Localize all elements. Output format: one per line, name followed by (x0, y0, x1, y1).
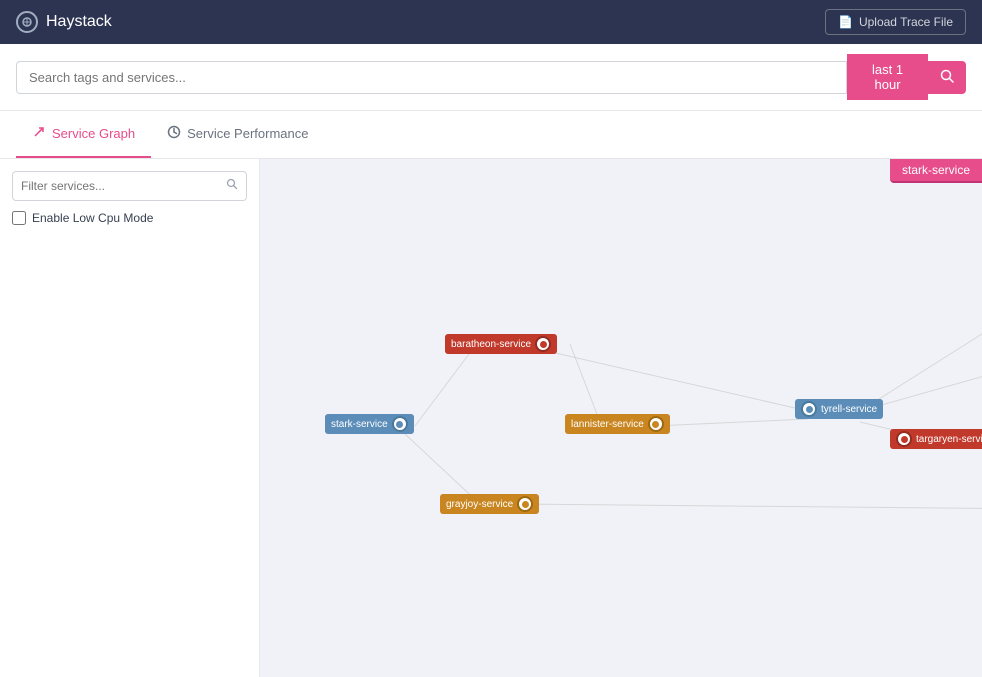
search-input-wrapper: last 1 hour (16, 54, 966, 100)
logo: Haystack (16, 11, 112, 33)
main-content: Enable Low Cpu Mode stark-service (0, 159, 982, 677)
node-stark-service[interactable]: stark-service (325, 414, 414, 434)
node-grayjoy-service[interactable]: grayjoy-service (440, 494, 539, 514)
sidebar: Enable Low Cpu Mode (0, 159, 260, 677)
filter-search-icon (226, 177, 238, 195)
top-navigation: Haystack 📄 Upload Trace File (0, 0, 982, 44)
search-icon (940, 69, 954, 86)
node-label-tyrell: tyrell-service (821, 404, 877, 415)
node-dot-tyrell (801, 401, 817, 417)
node-tyrell-service[interactable]: tyrell-service (795, 399, 883, 419)
tab-service-graph-label: Service Graph (52, 126, 135, 141)
node-label-stark: stark-service (331, 419, 388, 430)
node-label-grayjoy: grayjoy-service (446, 499, 513, 510)
tab-service-performance-label: Service Performance (187, 126, 308, 141)
node-baratheon-service[interactable]: baratheon-service (445, 334, 557, 354)
upload-icon: 📄 (838, 15, 853, 29)
graph-area: stark-service (260, 159, 982, 677)
node-dot-grayjoy (517, 496, 533, 512)
node-dot-stark (392, 416, 408, 432)
tab-service-performance[interactable]: Service Performance (151, 111, 324, 158)
logo-text: Haystack (46, 13, 112, 31)
time-range-button[interactable]: last 1 hour (847, 54, 928, 100)
cpu-mode-option: Enable Low Cpu Mode (12, 211, 247, 225)
node-dot-baratheon (535, 336, 551, 352)
search-input[interactable] (16, 61, 847, 94)
cpu-mode-label: Enable Low Cpu Mode (32, 211, 153, 225)
node-label-baratheon: baratheon-service (451, 339, 531, 350)
logo-icon (16, 11, 38, 33)
upload-trace-button[interactable]: 📄 Upload Trace File (825, 9, 966, 35)
node-dot-lannister (648, 416, 664, 432)
node-label-targaryen: targaryen-service (916, 434, 982, 445)
service-performance-icon (167, 125, 181, 142)
filter-input-wrapper (12, 171, 247, 201)
tab-bar: Service Graph Service Performance (0, 111, 982, 159)
node-dot-targaryen (896, 431, 912, 447)
tab-service-graph[interactable]: Service Graph (16, 111, 151, 158)
search-bar: last 1 hour (0, 44, 982, 111)
cpu-mode-checkbox[interactable] (12, 211, 26, 225)
node-label-lannister: lannister-service (571, 419, 644, 430)
filter-input[interactable] (21, 179, 226, 193)
search-button[interactable] (928, 61, 966, 94)
node-lannister-service[interactable]: lannister-service (565, 414, 670, 434)
node-targaryen-service[interactable]: targaryen-service (890, 429, 982, 449)
service-graph-icon (32, 125, 46, 142)
